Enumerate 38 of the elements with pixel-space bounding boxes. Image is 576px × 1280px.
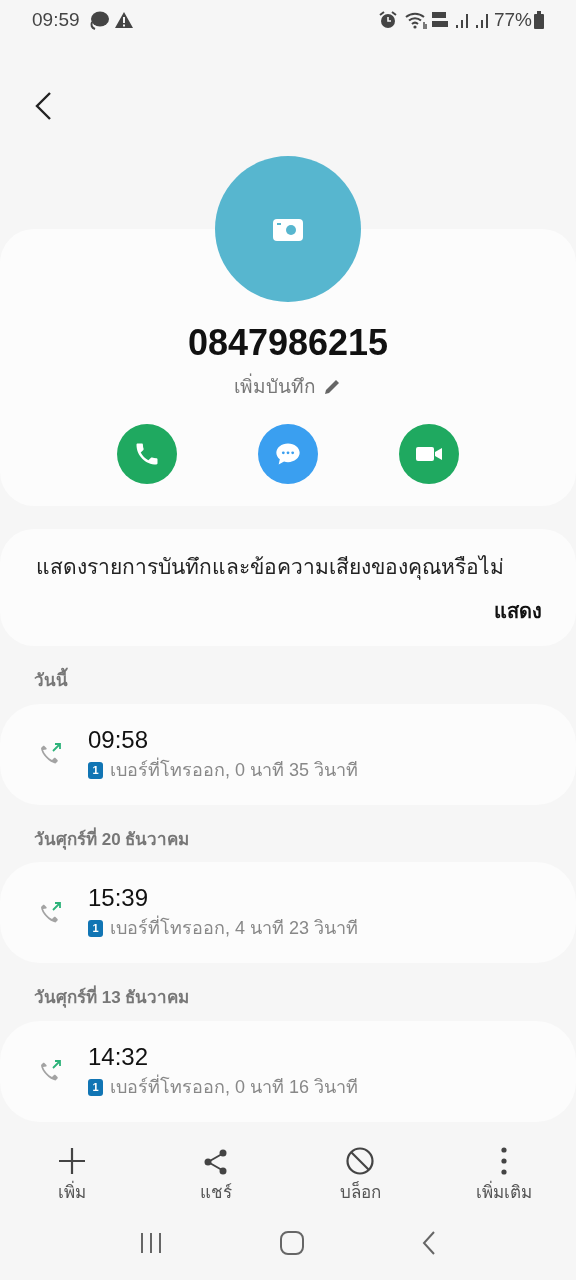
- signal-icon: [473, 11, 490, 29]
- call-detail: เบอร์ที่โทรออก, 4 นาที 23 วินาที: [110, 915, 359, 942]
- call-detail: เบอร์ที่โทรออก, 0 นาที 35 วินาที: [110, 756, 359, 782]
- call-time: 14:32: [88, 1041, 150, 1072]
- toolbar-button[interactable]: แชร์: [144, 1135, 288, 1206]
- sim-badge: 1: [88, 920, 103, 937]
- alarm-icon: [377, 10, 398, 30]
- battery-icon: [534, 11, 544, 29]
- date-header: วันศุกร์ที่ 20 ธันวาคม: [33, 826, 191, 852]
- home-icon[interactable]: [279, 1229, 305, 1256]
- call-time: 09:58: [88, 724, 150, 755]
- call-log-item[interactable]: 15:39 1 เบอร์ที่โทรออก, 4 นาที 23 วินาที: [0, 862, 576, 963]
- prompt-text: แสดงรายการบันทึกและข้อความเสียงของคุณหรือไม่: [36, 553, 505, 582]
- sim-badge: 1: [88, 1078, 103, 1096]
- phone-number: 0847986215: [187, 321, 389, 365]
- battery-percent: 77%: [493, 7, 532, 32]
- plus-icon: [57, 1146, 87, 1176]
- warning-icon: [113, 11, 134, 29]
- block-icon: [345, 1146, 375, 1176]
- call-log-item[interactable]: 14:32 1 เบอร์ที่โทรออก, 0 นาที 16 วินาที: [0, 1020, 576, 1122]
- wifi-icon: [403, 10, 428, 30]
- toolbar-button[interactable]: เพิ่ม: [0, 1135, 144, 1206]
- add-note-link[interactable]: เพิ่มบันทึก: [234, 373, 342, 402]
- signal-icon: [453, 11, 470, 29]
- call-log-item[interactable]: 09:58 1 เบอร์ที่โทรออก, 0 นาที 35 วินาที: [0, 703, 576, 805]
- camera-icon: [272, 216, 304, 242]
- status-time: 09:59: [32, 7, 80, 32]
- chat-icon: [87, 10, 110, 30]
- share-icon: [203, 1148, 229, 1176]
- more-options-icon: [500, 1146, 508, 1176]
- date-header: วันนี้: [0, 668, 576, 694]
- show-button[interactable]: แสดง: [494, 596, 542, 626]
- toolbar-button[interactable]: บล็อก: [288, 1135, 432, 1206]
- toolbar-button[interactable]: เพิ่มเติม: [432, 1135, 576, 1206]
- date-header: วันศุกร์ที่ 13 ธันวาคม: [0, 985, 576, 1011]
- call-time: 15:39: [88, 883, 150, 913]
- sim-badge: 1: [88, 761, 103, 779]
- call-detail: เบอร์ที่โทรออก, 0 นาที 16 วินาที: [110, 1073, 359, 1099]
